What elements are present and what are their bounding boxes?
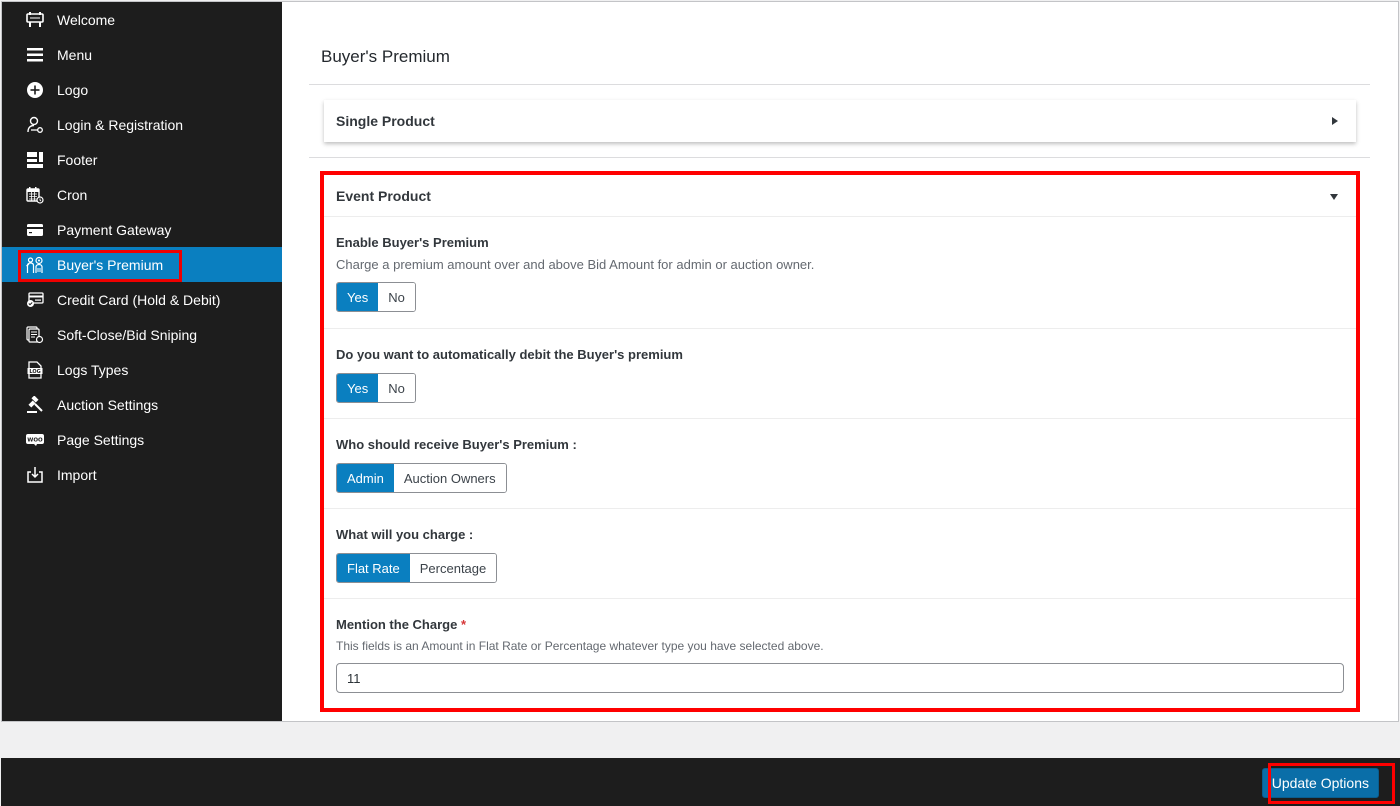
field-description: This fields is an Amount in Flat Rate or… xyxy=(336,639,824,653)
sidebar-item-label: Logo xyxy=(57,81,89,98)
sidebar-item-page-settings[interactable]: WOO Page Settings xyxy=(2,422,282,457)
document-clock-icon xyxy=(26,325,44,344)
svg-text:WOO: WOO xyxy=(27,437,43,443)
sidebar-item-label: Buyer's Premium xyxy=(57,256,164,273)
field-label-text: Mention the Charge xyxy=(336,617,458,632)
footer-layout-icon xyxy=(26,151,44,169)
sidebar-item-soft-close[interactable]: Soft-Close/Bid Sniping xyxy=(2,317,282,352)
charge-type-toggle: Flat Rate Percentage xyxy=(336,553,498,583)
sidebar-item-label: Cron xyxy=(57,186,88,203)
sidebar-item-label: Auction Settings xyxy=(57,396,159,413)
sidebar-item-label: Credit Card (Hold & Debit) xyxy=(57,291,221,308)
sidebar-item-label: Footer xyxy=(57,151,98,168)
option-yes[interactable]: Yes xyxy=(337,283,379,311)
sidebar-item-label: Page Settings xyxy=(57,431,145,448)
enable-premium-toggle: Yes No xyxy=(336,282,416,312)
required-mark: * xyxy=(460,617,467,632)
field-description: Charge a premium amount over and above B… xyxy=(336,257,815,272)
sidebar-item-import[interactable]: Import xyxy=(2,457,282,492)
sidebar-item-cron[interactable]: Cron xyxy=(2,177,282,212)
footer-bar xyxy=(1,758,1400,806)
field-label: Mention the Charge * xyxy=(336,617,1356,632)
sidebar-item-label: Soft-Close/Bid Sniping xyxy=(57,326,198,343)
sidebar-item-login-registration[interactable]: Login & Registration xyxy=(2,107,282,142)
event-product-panel: Event Product Enable Buyer's Premium Cha… xyxy=(324,175,1356,708)
card-icon xyxy=(26,221,44,239)
update-options-button[interactable]: Update Options xyxy=(1261,768,1379,798)
calendar-clock-icon xyxy=(26,186,44,204)
option-percentage[interactable]: Percentage xyxy=(409,554,497,582)
sidebar-item-credit-card[interactable]: Credit Card (Hold & Debit) xyxy=(2,282,282,317)
user-key-icon xyxy=(26,116,44,134)
option-yes[interactable]: Yes xyxy=(337,374,379,402)
receiver-field: Who should receive Buyer's Premium : Adm… xyxy=(324,420,1356,509)
option-admin[interactable]: Admin xyxy=(337,464,394,492)
single-product-header[interactable]: Single Product xyxy=(324,100,1356,142)
option-flat-rate[interactable]: Flat Rate xyxy=(337,554,410,582)
main-content: Buyer's Premium Single Product Event Pro… xyxy=(282,2,1398,721)
charge-amount-input[interactable] xyxy=(336,663,1344,693)
sidebar-item-payment-gateway[interactable]: Payment Gateway xyxy=(2,212,282,247)
buyers-premium-icon xyxy=(26,256,44,274)
option-no[interactable]: No xyxy=(378,374,415,402)
field-label: What will you charge : xyxy=(336,527,474,542)
import-icon xyxy=(26,466,44,484)
panel-title: Event Product xyxy=(336,187,431,204)
divider xyxy=(309,84,1370,85)
woo-icon: WOO xyxy=(26,431,44,449)
receiver-toggle: Admin Auction Owners xyxy=(336,463,507,493)
event-product-header[interactable]: Event Product xyxy=(324,175,1356,217)
option-no[interactable]: No xyxy=(378,283,415,311)
gavel-icon xyxy=(26,395,44,414)
auto-debit-field: Do you want to automatically debit the B… xyxy=(324,330,1356,419)
sidebar-item-label: Welcome xyxy=(57,11,116,28)
sidebar-item-label: Menu xyxy=(57,46,93,63)
sidebar-item-logs-types[interactable]: LOG Logs Types xyxy=(2,352,282,387)
charge-type-field: What will you charge : Flat Rate Percent… xyxy=(324,510,1356,599)
log-file-icon: LOG xyxy=(26,360,44,379)
panel-title: Single Product xyxy=(336,113,435,129)
divider xyxy=(309,157,1370,158)
sidebar-item-label: Login & Registration xyxy=(57,116,184,133)
sidebar-item-menu[interactable]: Menu xyxy=(2,37,282,72)
sidebar-item-label: Payment Gateway xyxy=(57,221,172,238)
caret-down-icon xyxy=(1330,193,1338,200)
field-label: Do you want to automatically debit the B… xyxy=(336,347,683,362)
field-label: Enable Buyer's Premium xyxy=(336,235,489,250)
sidebar-item-logo[interactable]: Logo xyxy=(2,72,282,107)
enable-premium-field: Enable Buyer's Premium Charge a premium … xyxy=(324,218,1356,329)
option-auction-owners[interactable]: Auction Owners xyxy=(393,464,506,492)
charge-amount-field: Mention the Charge * This fields is an A… xyxy=(324,600,1356,708)
caret-right-icon xyxy=(1332,117,1338,125)
menu-icon xyxy=(26,46,44,64)
auto-debit-toggle: Yes No xyxy=(336,373,416,403)
welcome-sign-icon xyxy=(26,11,44,29)
field-label: Who should receive Buyer's Premium : xyxy=(336,437,577,452)
sidebar: Welcome Menu Logo Login & Registration F… xyxy=(2,2,282,721)
svg-text:LOG: LOG xyxy=(29,369,40,375)
sidebar-item-welcome[interactable]: Welcome xyxy=(2,2,282,37)
single-product-panel: Single Product xyxy=(324,100,1356,142)
sidebar-item-buyers-premium[interactable]: Buyer's Premium xyxy=(2,247,282,282)
sidebar-item-footer[interactable]: Footer xyxy=(2,142,282,177)
sidebar-item-label: Import xyxy=(57,466,97,483)
credit-card-check-icon xyxy=(26,291,44,309)
sidebar-item-auction-settings[interactable]: Auction Settings xyxy=(2,387,282,422)
sidebar-item-label: Logs Types xyxy=(57,361,129,378)
page-title: Buyer's Premium xyxy=(321,47,450,66)
plus-circle-icon xyxy=(26,81,44,99)
